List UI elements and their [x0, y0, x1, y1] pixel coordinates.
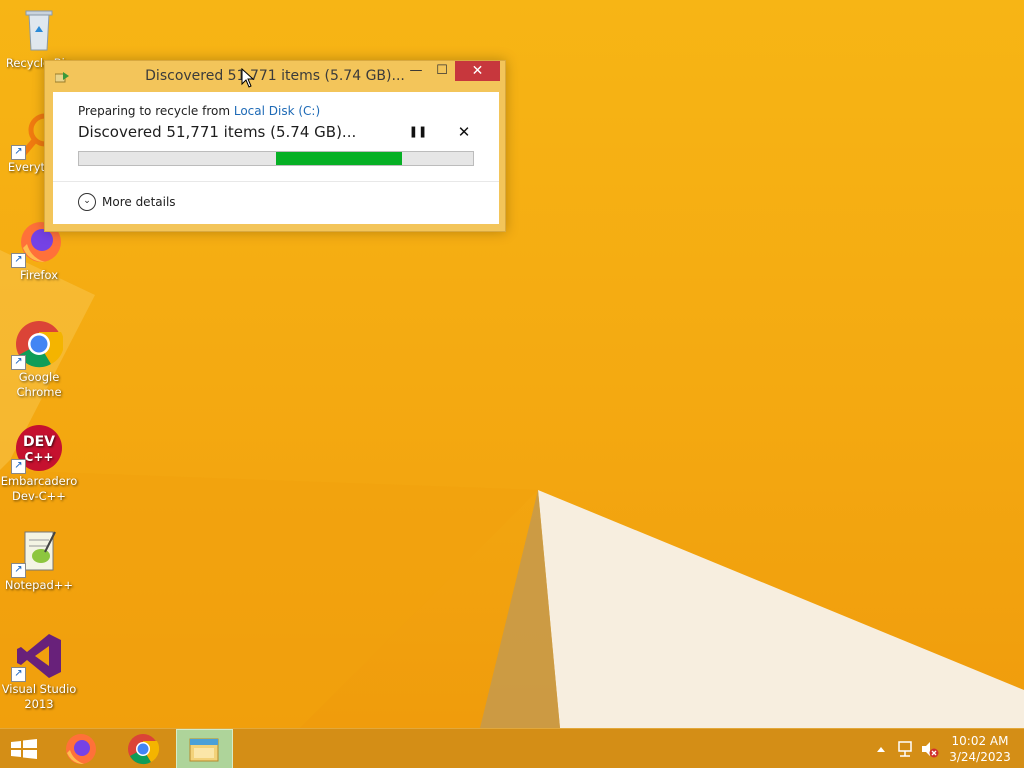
operation-description: Preparing to recycle from Local Disk (C:…: [78, 104, 320, 118]
desktop-icon-notepadpp[interactable]: ↗ Notepad++: [0, 528, 78, 593]
more-details-label: More details: [102, 195, 176, 209]
minimize-button[interactable]: —: [403, 63, 429, 83]
network-tray-button[interactable]: [896, 739, 916, 759]
desktop-icon-google-chrome[interactable]: ↗ Google Chrome: [0, 320, 78, 400]
network-icon: [898, 741, 912, 757]
volume-muted-icon: [922, 742, 939, 758]
maximize-button[interactable]: ☐: [429, 63, 455, 83]
dialog-titlebar[interactable]: Discovered 51,771 items (5.74 GB)... — ☐…: [45, 61, 505, 91]
cancel-button[interactable]: ✕: [454, 123, 474, 143]
progress-bar-fill: [276, 152, 402, 165]
desktop-icon-label: Embarcadero Dev-C++: [0, 474, 78, 503]
chevron-down-icon: ⌄: [78, 193, 96, 211]
desktop-icon-devcpp[interactable]: DEV C++ ↗ Embarcadero Dev-C++: [0, 424, 78, 504]
desktop-icon-label: Google Chrome: [16, 370, 62, 399]
desktop-icon-label: Firefox: [19, 268, 59, 282]
shortcut-arrow-icon: ↗: [11, 253, 26, 268]
notepadpp-icon: ↗: [11, 528, 63, 578]
clock-date: 3/24/2023: [949, 750, 1011, 764]
divider: [53, 181, 499, 182]
mouse-cursor-icon: [241, 68, 255, 88]
dialog-content: Preparing to recycle from Local Disk (C:…: [53, 92, 499, 224]
recycle-progress-dialog[interactable]: Discovered 51,771 items (5.74 GB)... — ☐…: [44, 60, 506, 232]
devcpp-icon: DEV C++ ↗: [11, 424, 63, 474]
desktop-icon-label: Visual Studio 2013: [1, 682, 77, 711]
desktop-icon-visual-studio[interactable]: ↗ Visual Studio 2013: [0, 632, 78, 712]
shortcut-arrow-icon: ↗: [11, 667, 26, 682]
shortcut-arrow-icon: ↗: [11, 145, 26, 160]
source-location-link[interactable]: Local Disk (C:): [234, 104, 320, 118]
close-button[interactable]: ✕: [455, 61, 500, 81]
desktop-icon-label: Notepad++: [4, 578, 74, 592]
svg-text:C++: C++: [25, 450, 54, 464]
chrome-icon: ↗: [11, 320, 64, 370]
show-hidden-icons-chevron-icon: [877, 747, 885, 752]
firefox-icon: [66, 734, 96, 764]
status-text: Discovered 51,771 items (5.74 GB)...: [78, 123, 357, 141]
taskbar-file-explorer-button[interactable]: [176, 729, 233, 768]
progress-bar: [78, 151, 474, 166]
volume-tray-button[interactable]: [920, 739, 940, 759]
shortcut-arrow-icon: ↗: [11, 563, 26, 578]
chrome-icon: [128, 734, 160, 765]
taskbar: 10:02 AM 3/24/2023: [0, 728, 1024, 768]
taskbar-chrome-button[interactable]: [120, 729, 166, 768]
svg-text:DEV: DEV: [23, 434, 55, 450]
recycle-bin-icon: [15, 6, 63, 54]
start-button[interactable]: [0, 729, 48, 768]
file-explorer-icon: [189, 738, 219, 762]
taskbar-firefox-button[interactable]: [58, 729, 104, 768]
desktop[interactable]: Recycle Bin ↗ Everything ↗ Firefox ↗ Goo…: [0, 0, 1024, 728]
shortcut-arrow-icon: ↗: [11, 459, 26, 474]
pause-button[interactable]: ❚❚: [408, 125, 428, 143]
visual-studio-icon: ↗: [11, 632, 63, 682]
clock-time: 10:02 AM: [951, 734, 1009, 748]
shortcut-arrow-icon: ↗: [11, 355, 26, 370]
windows-start-icon: [11, 739, 37, 759]
show-hidden-icons-button[interactable]: [874, 741, 888, 757]
preparing-label: Preparing to recycle from: [78, 104, 234, 118]
more-details-toggle[interactable]: ⌄ More details: [78, 193, 176, 215]
